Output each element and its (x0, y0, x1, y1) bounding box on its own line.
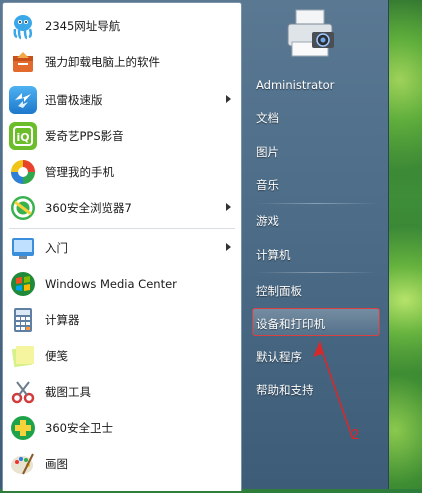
menu-control-panel[interactable]: 控制面板 (256, 283, 302, 299)
menu-documents[interactable]: 文档 (256, 110, 279, 126)
submenu-arrow-icon (226, 243, 231, 251)
program-label: 2345网址导航 (45, 19, 121, 33)
program-label: 强力卸载电脑上的软件 (45, 55, 160, 69)
program-label: 计算器 (45, 313, 80, 327)
program-label: 截图工具 (45, 385, 91, 399)
program-item-getting-started[interactable]: 入门 (7, 231, 237, 265)
thunder-icon (9, 86, 37, 114)
program-item-2345[interactable]: 2345网址导航 (7, 9, 237, 43)
program-item-uninstall[interactable]: 强力卸载电脑上的软件 (7, 45, 237, 79)
program-item-sticky-notes[interactable]: 便笺 (7, 339, 237, 373)
program-label: 迅雷极速版 (45, 93, 103, 107)
octopus-icon (9, 12, 37, 40)
svg-text:iQ: iQ (16, 131, 29, 144)
program-item-iqiyi[interactable]: iQ 爱奇艺PPS影音 (7, 119, 237, 153)
divider (256, 272, 378, 273)
divider (9, 228, 235, 229)
getting-started-icon (9, 234, 37, 262)
menu-pictures[interactable]: 图片 (256, 144, 279, 160)
program-item-360-guard[interactable]: 360安全卫士 (7, 411, 237, 445)
media-center-icon (9, 270, 37, 298)
program-label: 360安全卫士 (45, 421, 113, 435)
user-name[interactable]: Administrator (256, 78, 334, 92)
submenu-arrow-icon (226, 95, 231, 103)
program-item-snipping-tool[interactable]: 截图工具 (7, 375, 237, 409)
program-label: Windows Media Center (45, 277, 177, 291)
menu-help-and-support[interactable]: 帮助和支持 (256, 382, 314, 398)
program-item-thunder[interactable]: 迅雷极速版 (7, 83, 237, 117)
guard-360-icon (9, 414, 37, 442)
program-label: 入门 (45, 241, 68, 255)
program-item-360-browser[interactable]: 360安全浏览器7 (7, 191, 237, 225)
programs-pane: 2345网址导航 强力卸载电脑上的软件 迅雷极速版 iQ 爱奇艺PPS影音 管理… (2, 2, 242, 491)
program-item-phone-manager[interactable]: 管理我的手机 (7, 155, 237, 189)
menu-games[interactable]: 游戏 (256, 213, 279, 229)
calculator-icon (9, 306, 37, 334)
submenu-arrow-icon (226, 203, 231, 211)
browser-360-icon (9, 194, 37, 222)
printer-icon (282, 6, 340, 62)
iqiyi-icon: iQ (9, 122, 37, 150)
menu-devices-and-printers[interactable]: 设备和打印机 (256, 316, 325, 332)
paint-icon (9, 450, 37, 478)
phone-manager-icon (9, 158, 37, 186)
snipping-tool-icon (9, 378, 37, 406)
uninstall-icon (9, 48, 37, 76)
places-pane: Administrator 文档 图片 音乐 游戏 计算机 控制面板 设备和打印… (244, 0, 388, 489)
program-item-media-center[interactable]: Windows Media Center (7, 267, 237, 301)
program-label: 画图 (45, 457, 68, 471)
divider (256, 203, 378, 204)
program-item-calculator[interactable]: 计算器 (7, 303, 237, 337)
program-label: 管理我的手机 (45, 165, 114, 179)
program-label: 360安全浏览器7 (45, 201, 132, 215)
program-item-paint[interactable]: 画图 (7, 447, 237, 481)
menu-default-programs[interactable]: 默认程序 (256, 349, 302, 365)
program-label: 爱奇艺PPS影音 (45, 129, 124, 143)
start-menu: 2345网址导航 强力卸载电脑上的软件 迅雷极速版 iQ 爱奇艺PPS影音 管理… (0, 0, 389, 491)
menu-computer[interactable]: 计算机 (256, 247, 291, 263)
menu-music[interactable]: 音乐 (256, 177, 279, 193)
sticky-notes-icon (9, 342, 37, 370)
program-label: 便笺 (45, 349, 68, 363)
